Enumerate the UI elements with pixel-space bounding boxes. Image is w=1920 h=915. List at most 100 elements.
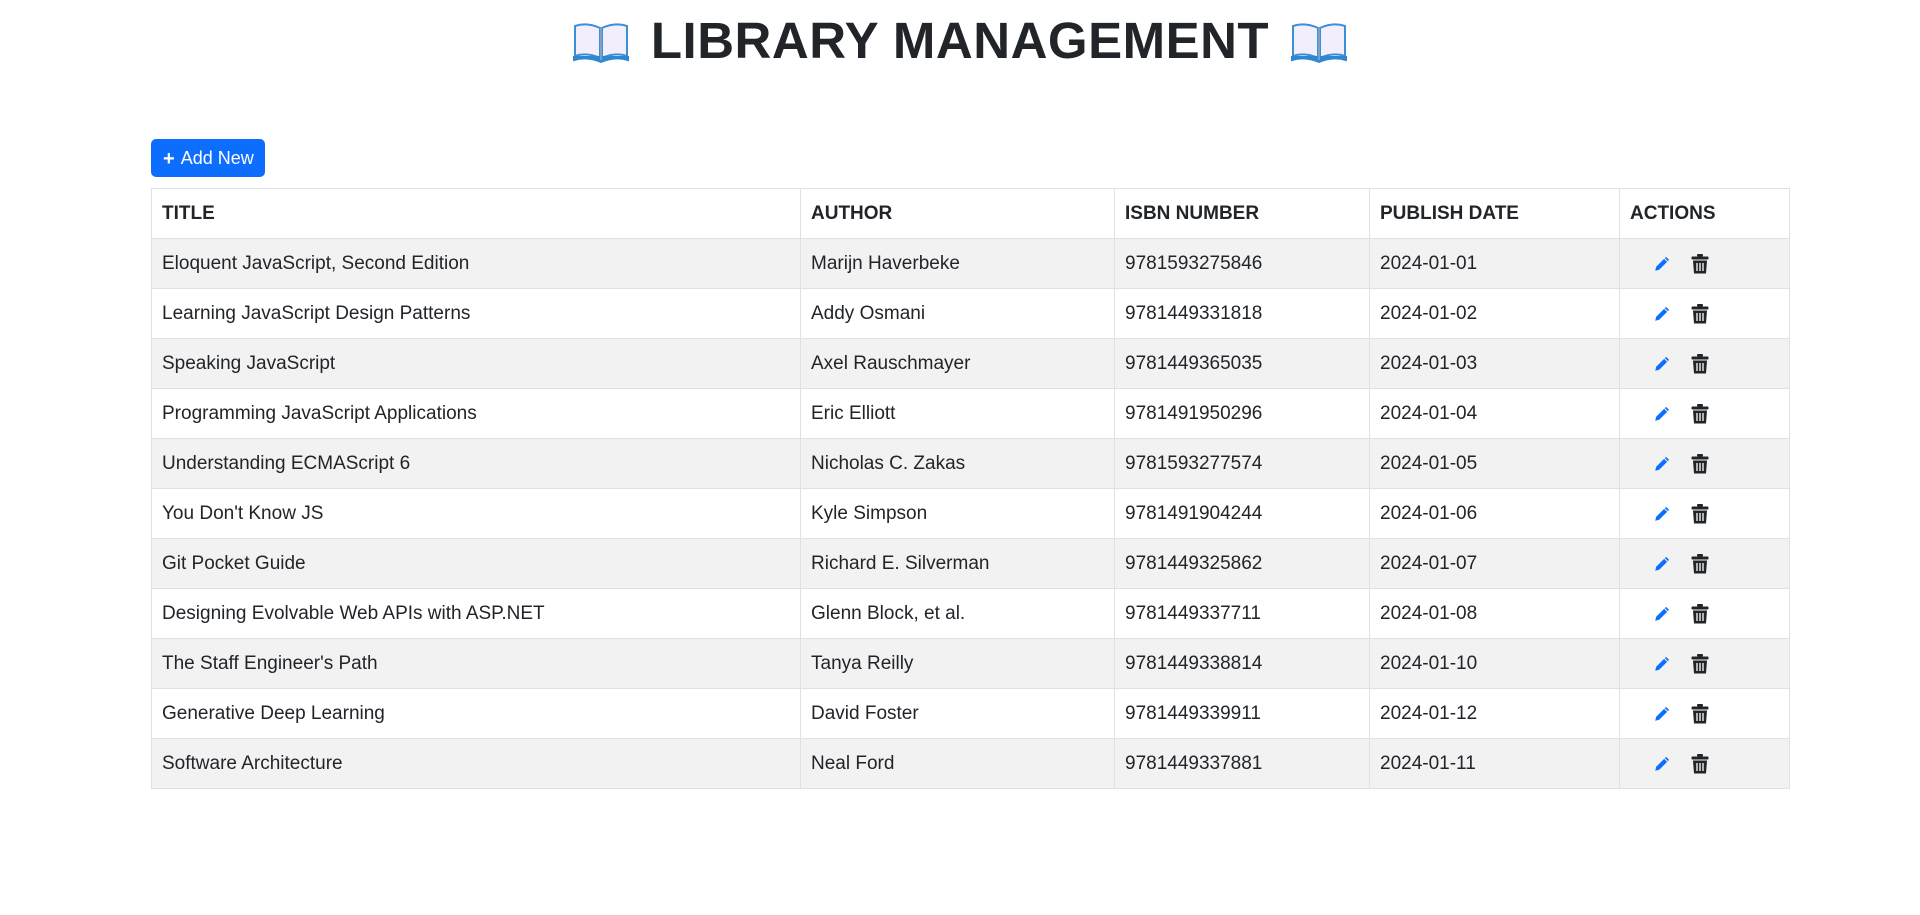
book-actions-cell [1619, 338, 1790, 389]
book-title-cell: Programming JavaScript Applications [151, 388, 801, 439]
edit-button[interactable] [1650, 752, 1674, 776]
pencil-icon [1655, 556, 1670, 571]
book-actions-cell [1619, 588, 1790, 639]
book-author-cell: Axel Rauschmayer [800, 338, 1115, 389]
column-header-title: TITLE [151, 188, 801, 239]
book-publish-date-cell: 2024-01-08 [1369, 588, 1620, 639]
trash-icon [1691, 253, 1709, 273]
book-title-cell: Software Architecture [151, 738, 801, 789]
page-header: LIBRARY MANAGEMENT [0, 0, 1920, 80]
books-table-body: Eloquent JavaScript, Second Edition Marij… [151, 238, 1790, 789]
book-actions-cell [1619, 238, 1790, 289]
book-title-cell: Speaking JavaScript [151, 338, 801, 389]
table-row: Eloquent JavaScript, Second Edition Marij… [151, 238, 1790, 289]
pencil-icon [1655, 256, 1670, 271]
trash-icon [1691, 703, 1709, 723]
book-publish-date-cell: 2024-01-11 [1369, 738, 1620, 789]
pencil-icon [1655, 506, 1670, 521]
book-author-cell: Neal Ford [800, 738, 1115, 789]
pencil-icon [1655, 306, 1670, 321]
book-actions-cell [1619, 688, 1790, 739]
table-row: Generative Deep Learning David Foster 9781… [151, 688, 1790, 739]
delete-button[interactable] [1688, 502, 1712, 526]
edit-button[interactable] [1650, 652, 1674, 676]
delete-button[interactable] [1688, 652, 1712, 676]
book-author-cell: Tanya Reilly [800, 638, 1115, 689]
book-title-cell: Generative Deep Learning [151, 688, 801, 739]
book-isbn-cell: 9781449337881 [1114, 738, 1370, 789]
book-author-cell: David Foster [800, 688, 1115, 739]
delete-button[interactable] [1688, 702, 1712, 726]
delete-button[interactable] [1688, 352, 1712, 376]
book-isbn-cell: 9781593277574 [1114, 438, 1370, 489]
book-publish-date-cell: 2024-01-07 [1369, 538, 1620, 589]
book-publish-date-cell: 2024-01-06 [1369, 488, 1620, 539]
book-actions-cell [1619, 388, 1790, 439]
book-isbn-cell: 9781449339911 [1114, 688, 1370, 739]
book-isbn-cell: 9781593275846 [1114, 238, 1370, 289]
column-header-publish-date: PUBLISH DATE [1369, 188, 1620, 239]
edit-button[interactable] [1650, 252, 1674, 276]
open-book-icon [1291, 23, 1348, 64]
book-author-cell: Kyle Simpson [800, 488, 1115, 539]
delete-button[interactable] [1688, 402, 1712, 426]
trash-icon [1691, 353, 1709, 373]
main-content: + Add New TITLE AUTHOR ISBN NUMBER PUBLI… [151, 139, 1790, 789]
book-publish-date-cell: 2024-01-01 [1369, 238, 1620, 289]
book-actions-cell [1619, 738, 1790, 789]
book-actions-cell [1619, 538, 1790, 589]
table-row: Git Pocket Guide Richard E. Silverman 9781… [151, 538, 1790, 589]
pencil-icon [1655, 706, 1670, 721]
add-new-label: Add New [180, 147, 254, 168]
edit-button[interactable] [1650, 552, 1674, 576]
book-title-cell: Eloquent JavaScript, Second Edition [151, 238, 801, 289]
book-author-cell: Richard E. Silverman [800, 538, 1115, 589]
delete-button[interactable] [1688, 752, 1712, 776]
delete-button[interactable] [1688, 252, 1712, 276]
column-header-isbn: ISBN NUMBER [1114, 188, 1370, 239]
book-author-cell: Glenn Block, et al. [800, 588, 1115, 639]
edit-button[interactable] [1650, 352, 1674, 376]
trash-icon [1691, 603, 1709, 623]
delete-button[interactable] [1688, 302, 1712, 326]
delete-button[interactable] [1688, 552, 1712, 576]
book-isbn-cell: 9781449365035 [1114, 338, 1370, 389]
book-publish-date-cell: 2024-01-10 [1369, 638, 1620, 689]
edit-button[interactable] [1650, 402, 1674, 426]
book-title-cell: Git Pocket Guide [151, 538, 801, 589]
page-title: LIBRARY MANAGEMENT [650, 11, 1270, 69]
edit-button[interactable] [1650, 302, 1674, 326]
edit-button[interactable] [1650, 602, 1674, 626]
pencil-icon [1655, 356, 1670, 371]
pencil-icon [1655, 656, 1670, 671]
book-title-cell: You Don't Know JS [151, 488, 801, 539]
trash-icon [1691, 553, 1709, 573]
trash-icon [1691, 753, 1709, 773]
book-author-cell: Marijn Haverbeke [800, 238, 1115, 289]
book-isbn-cell: 9781491950296 [1114, 388, 1370, 439]
table-row: Speaking JavaScript Axel Rauschmayer 97814… [151, 338, 1790, 389]
edit-button[interactable] [1650, 702, 1674, 726]
books-table: TITLE AUTHOR ISBN NUMBER PUBLISH DATE AC… [151, 188, 1790, 789]
book-title-cell: Designing Evolvable Web APIs with ASP.NE… [151, 588, 801, 639]
pencil-icon [1655, 756, 1670, 771]
delete-button[interactable] [1688, 602, 1712, 626]
book-isbn-cell: 9781449337711 [1114, 588, 1370, 639]
delete-button[interactable] [1688, 452, 1712, 476]
book-author-cell: Nicholas C. Zakas [800, 438, 1115, 489]
edit-button[interactable] [1650, 502, 1674, 526]
book-publish-date-cell: 2024-01-02 [1369, 288, 1620, 339]
add-new-button[interactable]: + Add New [151, 139, 265, 177]
book-title-cell: Understanding ECMAScript 6 [151, 438, 801, 489]
trash-icon [1691, 403, 1709, 423]
table-row: The Staff Engineer's Path Tanya Reilly 978… [151, 638, 1790, 689]
table-row: Programming JavaScript Applications Eric … [151, 388, 1790, 439]
book-author-cell: Eric Elliott [800, 388, 1115, 439]
book-title-cell: The Staff Engineer's Path [151, 638, 801, 689]
book-actions-cell [1619, 638, 1790, 689]
book-isbn-cell: 9781449325862 [1114, 538, 1370, 589]
column-header-actions: ACTIONS [1619, 188, 1790, 239]
book-publish-date-cell: 2024-01-04 [1369, 388, 1620, 439]
book-title-cell: Learning JavaScript Design Patterns [151, 288, 801, 339]
edit-button[interactable] [1650, 452, 1674, 476]
